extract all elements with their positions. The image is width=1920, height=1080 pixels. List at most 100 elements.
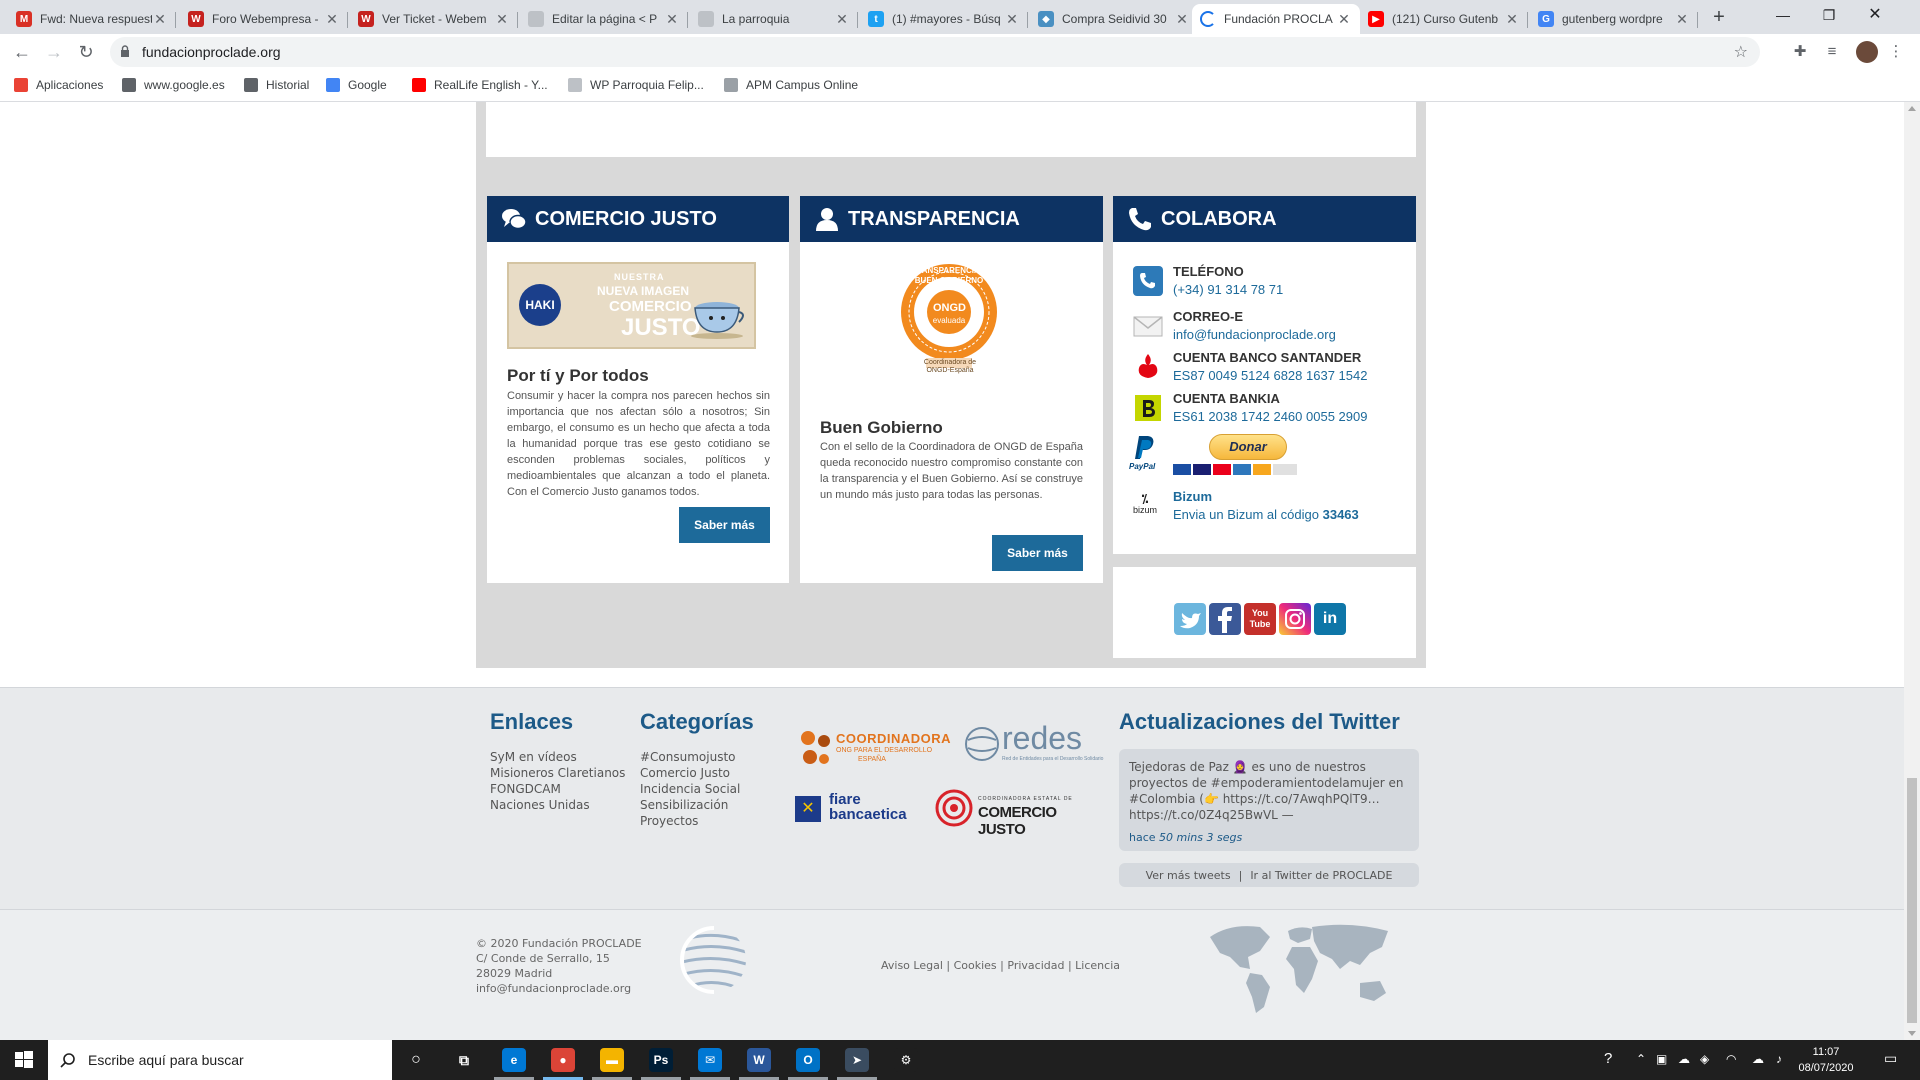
new-tab-button[interactable]: + [1707,6,1731,30]
bookmark-star-icon[interactable]: ☆ [1734,42,1748,62]
windows-start-icon[interactable] [0,1040,48,1080]
categorias-link[interactable]: Proyectos [640,813,698,829]
phone-link[interactable]: (+34) 91 314 78 71 [1173,282,1283,297]
wifi-icon[interactable]: ◠ [1726,1052,1736,1066]
youtube-icon[interactable]: You Tube [1244,603,1276,635]
help-icon[interactable]: ? [1604,1050,1612,1067]
page-scrollbar[interactable] [1904,102,1920,1040]
fiare-logo[interactable]: ✕ fiare bancaetica [795,792,925,824]
enlaces-link[interactable]: Misioneros Claretianos [490,765,625,781]
address-bar[interactable]: fundacionproclade.org ☆ [110,37,1760,67]
categorias-link[interactable]: #Consumojusto [640,749,736,765]
redes-logo[interactable]: redes Red de Entidades para el Desarroll… [964,720,1103,766]
categorias-link[interactable]: Incidencia Social [640,781,740,797]
tab-5[interactable]: t (1) #mayores - Búsq ✕ [860,4,1028,34]
bookmark-3[interactable]: Google [326,78,387,92]
extensions-icon[interactable]: ✚ [1790,42,1810,62]
app-icon[interactable]: ➤ [845,1048,869,1072]
minimize-icon[interactable]: — [1760,0,1806,30]
menu-icon[interactable]: ⋮ [1886,42,1906,62]
notification-icon[interactable]: ▭ [1884,1050,1897,1067]
scrollbar-thumb[interactable] [1907,778,1917,1023]
donate-button[interactable]: Donar [1209,434,1287,460]
forward-icon[interactable]: → [40,38,68,66]
tab-7[interactable]: Fundación PROCLA ✕ [1192,4,1360,34]
bookmark-4[interactable]: RealLife English - Y... [412,78,548,92]
tab-close-icon[interactable]: ✕ [152,11,168,28]
edge-icon[interactable]: e [502,1048,526,1072]
taskbar-search-box[interactable]: Escribe aquí para buscar [48,1040,392,1080]
enlaces-link[interactable]: FONGDCAM [490,781,561,797]
tweet-text[interactable]: Tejedoras de Paz 🧕 es uno de nuestros pr… [1129,759,1414,823]
tab-4[interactable]: La parroquia ✕ [690,4,858,34]
tab-6[interactable]: ◆ Compra Seidivid 30 ✕ [1030,4,1198,34]
profile-avatar[interactable] [1856,41,1878,63]
tab-close-icon[interactable]: ✕ [1174,11,1190,28]
settings-icon[interactable]: ⚙ [894,1048,918,1072]
cortana-icon[interactable]: ○ [404,1048,428,1072]
scroll-up-icon[interactable] [1908,106,1916,111]
chrome-icon[interactable]: ● [551,1048,575,1072]
tab-close-icon[interactable]: ✕ [324,11,340,28]
network-device-icon[interactable]: ▣ [1656,1052,1667,1066]
tab-2[interactable]: W Ver Ticket - Webem ✕ [350,4,518,34]
go-to-twitter-link[interactable]: Ir al Twitter de PROCLADE [1250,869,1392,882]
more-tweets-link[interactable]: Ver más tweets [1146,869,1231,882]
bookmark-2[interactable]: Historial [244,78,309,92]
comercio-justo-banner[interactable]: HAKI NUESTRA NUEVA IMAGEN COMERCIO JUSTO [507,262,756,349]
shield-icon[interactable]: ◈ [1700,1052,1709,1066]
tab-close-icon[interactable]: ✕ [1504,11,1520,28]
enlaces-link[interactable]: SyM en vídeos [490,749,577,765]
close-window-icon[interactable]: ✕ [1852,0,1898,30]
comercio-justo-more-button[interactable]: Saber más [679,507,770,543]
task-view-icon[interactable]: ⧉ [452,1048,476,1072]
privacidad-link[interactable]: Privacidad [1007,959,1064,972]
tray-chevron-icon[interactable]: ⌃ [1636,1052,1646,1066]
enlaces-link[interactable]: Naciones Unidas [490,797,590,813]
tweet-time[interactable]: hace 50 mins 3 segs [1129,831,1242,844]
volume-icon[interactable]: ♪ [1776,1052,1782,1066]
reload-icon[interactable]: ↻ [72,38,100,66]
aviso-legal-link[interactable]: Aviso Legal [881,959,943,972]
tab-close-icon[interactable]: ✕ [664,11,680,28]
bookmark-1[interactable]: www.google.es [122,78,225,92]
twitter-icon[interactable] [1174,603,1206,635]
word-icon[interactable]: W [747,1048,771,1072]
tab-3[interactable]: Editar la página < P ✕ [520,4,688,34]
bookmark-6[interactable]: APM Campus Online [724,78,858,92]
comercio-justo-logo[interactable]: COORDINADORA ESTATAL DE COMERCIO JUSTO [934,788,1094,838]
bookmark-0[interactable]: Aplicaciones [14,78,103,92]
linkedin-icon[interactable]: in [1314,603,1346,635]
taskbar-clock[interactable]: 11:07 08/07/2020 [1796,1044,1856,1076]
tab-8[interactable]: ▶ (121) Curso Gutenb ✕ [1360,4,1528,34]
tab-close-icon[interactable]: ✕ [834,11,850,28]
restore-icon[interactable]: ❐ [1806,0,1852,30]
transparencia-more-button[interactable]: Saber más [992,535,1083,571]
photoshop-icon[interactable]: Ps [649,1048,673,1072]
tab-close-icon[interactable]: ✕ [1336,11,1352,28]
tab-1[interactable]: W Foro Webempresa - ✕ [180,4,348,34]
tab-close-icon[interactable]: ✕ [494,11,510,28]
footer-email[interactable]: info@fundacionproclade.org [476,981,642,996]
scroll-down-icon[interactable] [1908,1031,1916,1036]
media-control-icon[interactable]: ≡ [1822,42,1842,62]
tab-close-icon[interactable]: ✕ [1674,11,1690,28]
categorias-link[interactable]: Sensibilización [640,797,728,813]
tab-9[interactable]: Ggutenberg wordpre ✕ [1530,4,1698,34]
instagram-icon[interactable] [1279,603,1311,635]
outlook-icon[interactable]: O [796,1048,820,1072]
tab-close-icon[interactable]: ✕ [1004,11,1020,28]
bookmark-5[interactable]: WP Parroquia Felip... [568,78,704,92]
categorias-link[interactable]: Comercio Justo [640,765,730,781]
licencia-link[interactable]: Licencia [1075,959,1120,972]
back-icon[interactable]: ← [8,38,36,66]
coordinadora-logo[interactable]: COORDINADORA ONG PARA EL DESARROLLO ESPA… [798,727,958,771]
explorer-icon[interactable]: ▬ [600,1048,624,1072]
tab-0[interactable]: M Fwd: Nueva respuesta ✕ [8,4,176,34]
cookies-link[interactable]: Cookies [954,959,997,972]
mail-icon[interactable]: ✉ [698,1048,722,1072]
facebook-icon[interactable] [1209,603,1241,635]
onedrive-icon[interactable]: ☁ [1678,1052,1690,1066]
cloud-icon[interactable]: ☁ [1752,1052,1764,1066]
email-link[interactable]: info@fundacionproclade.org [1173,327,1336,342]
